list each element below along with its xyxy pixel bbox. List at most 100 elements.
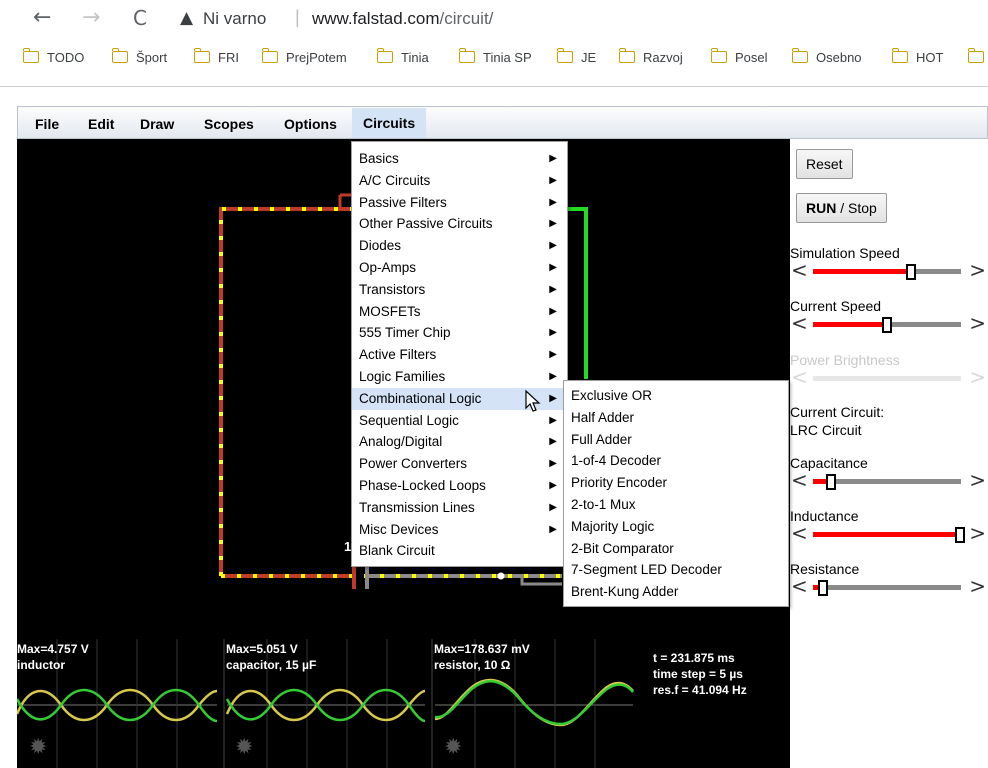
circuits-menu-item[interactable]: Logic Families ▶ bbox=[352, 366, 567, 388]
combinational-menu-item[interactable]: 7-Segment LED Decoder bbox=[564, 559, 788, 581]
scope-2-max: Max=5.051 V bbox=[226, 642, 298, 656]
inductance-slider[interactable]: < > bbox=[790, 521, 986, 545]
menu-circuits[interactable]: Circuits bbox=[352, 108, 427, 138]
bookmark-label: Tinia bbox=[401, 49, 429, 65]
bookmark-label: Razvoj bbox=[643, 49, 683, 65]
bookmark-razvoj[interactable]: Razvoj bbox=[618, 48, 683, 66]
address-bar[interactable]: www.falstad.com/circuit/ bbox=[312, 9, 493, 29]
wire-gray[interactable] bbox=[364, 565, 562, 589]
circuits-menu-item[interactable]: Transistors ▶ bbox=[352, 279, 567, 301]
increase-icon[interactable]: > bbox=[969, 468, 986, 492]
circuits-menu-item[interactable]: 555 Timer Chip ▶ bbox=[352, 322, 567, 344]
circuits-menu-item[interactable]: Misc Devices ▶ bbox=[352, 519, 567, 541]
simulation-speed-slider[interactable]: < > bbox=[790, 258, 986, 282]
increase-icon[interactable]: > bbox=[969, 311, 986, 335]
circuits-menu-item[interactable]: Diodes ▶ bbox=[352, 235, 567, 257]
bookmark-tinia[interactable]: Tinia bbox=[376, 48, 429, 66]
circuits-menu-item[interactable]: Power Converters ▶ bbox=[352, 453, 567, 475]
combinational-menu-item[interactable]: Brent-Kung Adder bbox=[564, 581, 788, 603]
combinational-menu-item[interactable]: 2-to-1 Mux bbox=[564, 494, 788, 516]
circuits-menu-item[interactable]: Other Passive Circuits ▶ bbox=[352, 213, 567, 235]
menu-item-label: Basics bbox=[359, 151, 399, 166]
menu-options[interactable]: Options bbox=[284, 116, 337, 132]
increase-icon[interactable]: > bbox=[969, 258, 986, 282]
gear-icon[interactable]: ✹ bbox=[235, 735, 253, 760]
combinational-menu-item[interactable]: 1-of-4 Decoder bbox=[564, 450, 788, 472]
security-status[interactable]: Ni varno bbox=[203, 9, 266, 29]
combinational-menu-item[interactable]: Half Adder bbox=[564, 407, 788, 429]
slider-track[interactable] bbox=[813, 317, 961, 333]
bookmark-overflow[interactable] bbox=[967, 48, 988, 66]
bookmark-label: Posel bbox=[735, 49, 768, 65]
bookmark-todo[interactable]: TODO bbox=[22, 48, 84, 66]
run-stop-button[interactable]: RUN / Stop bbox=[796, 193, 887, 223]
increase-icon[interactable]: > bbox=[969, 521, 986, 545]
circuits-menu-item[interactable]: Active Filters ▶ bbox=[352, 344, 567, 366]
scope-2-name: capacitor, 15 µF bbox=[226, 658, 317, 672]
combinational-menu-item[interactable]: 2-Bit Comparator bbox=[564, 538, 788, 560]
bookmark-tinia-sp[interactable]: Tinia SP bbox=[458, 48, 532, 66]
sim-time-step: time step = 5 µs bbox=[653, 667, 743, 681]
decrease-icon[interactable]: < bbox=[791, 311, 808, 335]
combinational-menu-item[interactable]: Exclusive OR bbox=[564, 385, 788, 407]
combinational-menu-item[interactable]: Full Adder bbox=[564, 429, 788, 451]
bookmark-fri[interactable]: FRI bbox=[193, 48, 239, 66]
menu-draw[interactable]: Draw bbox=[140, 116, 174, 132]
menu-item-label: Phase-Locked Loops bbox=[359, 477, 486, 493]
circuits-menu-item[interactable]: Transmission Lines ▶ bbox=[352, 497, 567, 519]
bookmark-je[interactable]: JE bbox=[556, 48, 596, 66]
combinational-menu-item[interactable]: Majority Logic bbox=[564, 516, 788, 538]
wire-green[interactable] bbox=[568, 207, 588, 379]
circuits-menu-item[interactable]: Op-Amps ▶ bbox=[352, 257, 567, 279]
simulation-info: t = 231.875 ms time step = 5 µs res.f = … bbox=[653, 650, 747, 698]
slider-track[interactable] bbox=[813, 474, 961, 490]
page-divider bbox=[0, 86, 988, 87]
reset-button[interactable]: Reset bbox=[796, 149, 853, 179]
decrease-icon[interactable]: < bbox=[791, 574, 808, 598]
slider-track[interactable] bbox=[813, 264, 961, 280]
bookmark-sport[interactable]: Šport bbox=[111, 48, 167, 66]
menu-item-label: Logic Families bbox=[359, 368, 446, 384]
slider-thumb[interactable] bbox=[905, 264, 916, 280]
circuits-menu-item[interactable]: Passive Filters ▶ bbox=[352, 192, 567, 214]
bookmark-posel[interactable]: Posel bbox=[710, 48, 768, 66]
scope-3-name: resistor, 10 Ω bbox=[434, 658, 511, 672]
decrease-icon[interactable]: < bbox=[791, 521, 808, 545]
slider-thumb[interactable] bbox=[825, 474, 836, 490]
slider-thumb[interactable] bbox=[818, 580, 829, 596]
decrease-icon[interactable]: < bbox=[791, 468, 808, 492]
combinational-menu-item[interactable]: Priority Encoder bbox=[564, 472, 788, 494]
bookmark-hot[interactable]: HOT bbox=[891, 48, 944, 66]
slider-thumb[interactable] bbox=[954, 527, 965, 543]
menu-item-label: MOSFETs bbox=[359, 303, 421, 319]
forward-icon[interactable]: → bbox=[82, 4, 100, 32]
gear-icon[interactable]: ✹ bbox=[29, 735, 47, 760]
increase-icon[interactable]: > bbox=[969, 574, 986, 598]
circuits-menu-item[interactable]: Basics ▶ bbox=[352, 148, 567, 170]
circuits-menu-item[interactable]: MOSFETs ▶ bbox=[352, 301, 567, 323]
submenu-arrow-icon: ▶ bbox=[549, 479, 557, 491]
back-icon[interactable]: ← bbox=[33, 4, 51, 32]
gear-icon[interactable]: ✹ bbox=[444, 735, 462, 760]
decrease-icon[interactable]: < bbox=[791, 258, 808, 282]
slider-thumb[interactable] bbox=[882, 317, 892, 333]
bookmark-label: HOT bbox=[916, 49, 944, 65]
menu-edit[interactable]: Edit bbox=[88, 116, 114, 132]
capacitance-slider[interactable]: < > bbox=[790, 468, 986, 492]
circuits-menu-item[interactable]: A/C Circuits ▶ bbox=[352, 170, 567, 192]
warning-icon[interactable]: ▲ bbox=[180, 8, 193, 28]
slider-track[interactable] bbox=[813, 527, 965, 543]
menu-scopes[interactable]: Scopes bbox=[204, 116, 254, 132]
bookmark-osebno[interactable]: Osebno bbox=[791, 48, 862, 66]
resistance-slider[interactable]: < > bbox=[790, 574, 986, 598]
circuits-menu-item[interactable]: Blank Circuit bbox=[352, 540, 567, 562]
menu-file[interactable]: File bbox=[35, 116, 59, 132]
bookmark-prejpotem[interactable]: PrejPotem bbox=[261, 48, 347, 66]
circuits-menu-item[interactable]: Analog/Digital ▶ bbox=[352, 431, 567, 453]
slider-track[interactable] bbox=[813, 580, 961, 596]
reload-icon[interactable]: C bbox=[133, 4, 147, 32]
current-speed-slider[interactable]: < > bbox=[790, 311, 986, 335]
circuits-menu-item[interactable]: Phase-Locked Loops ▶ bbox=[352, 475, 567, 497]
wire-red[interactable] bbox=[219, 193, 356, 589]
folder-icon bbox=[111, 48, 128, 63]
